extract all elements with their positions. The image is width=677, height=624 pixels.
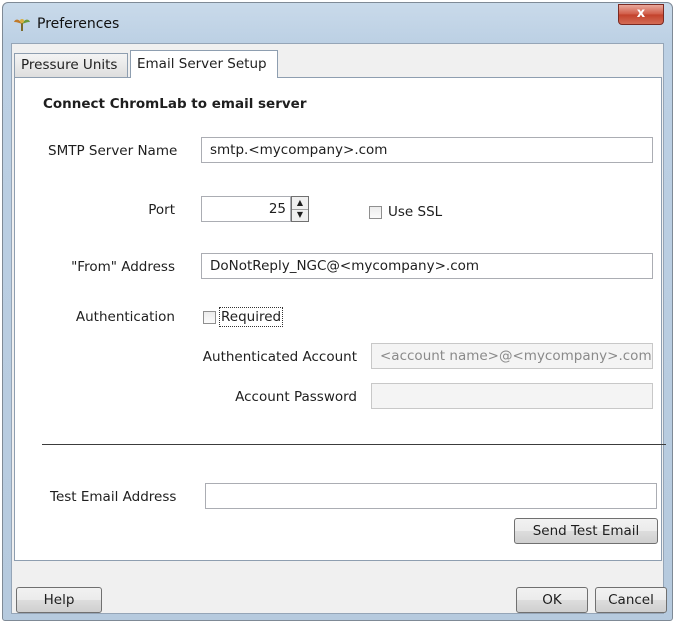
test-email-input[interactable] — [205, 483, 657, 509]
window-title: Preferences — [37, 16, 120, 32]
send-test-email-button[interactable]: Send Test Email — [514, 518, 658, 544]
close-button[interactable]: x — [618, 4, 664, 25]
dialog-client-area: Pressure Units Email Server Setup Connec… — [11, 43, 667, 614]
from-address-input[interactable]: DoNotReply_NGC@<mycompany>.com — [201, 253, 653, 279]
smtp-server-input[interactable]: smtp.<mycompany>.com — [201, 137, 653, 163]
port-input[interactable]: 25 — [201, 196, 291, 222]
spin-down-arrow-icon[interactable]: ▼ — [292, 209, 308, 221]
required-label[interactable]: Required — [218, 307, 284, 327]
authentication-label: Authentication — [75, 309, 175, 325]
account-password-label: Account Password — [235, 389, 357, 405]
section-separator — [42, 444, 666, 445]
authenticated-account-input[interactable]: <account name>@<mycompany>.com — [371, 343, 653, 369]
account-password-input[interactable] — [371, 383, 653, 409]
ok-button[interactable]: OK — [516, 587, 588, 613]
section-heading: Connect ChromLab to email server — [43, 96, 307, 112]
tab-pressure-units[interactable]: Pressure Units — [14, 53, 128, 77]
cancel-button[interactable]: Cancel — [595, 587, 667, 613]
smtp-server-label: SMTP Server Name — [48, 143, 178, 159]
tab-email-server-setup[interactable]: Email Server Setup — [130, 50, 278, 78]
use-ssl-label[interactable]: Use SSL — [388, 204, 442, 220]
test-email-label: Test Email Address — [50, 489, 177, 505]
port-label: Port — [148, 202, 175, 218]
title-bar[interactable]: Preferences x — [3, 3, 672, 43]
preferences-window: Preferences x Pressure Units Email Serve… — [2, 2, 673, 621]
use-ssl-checkbox[interactable] — [369, 206, 382, 219]
from-address-label: "From" Address — [71, 259, 175, 275]
authenticated-account-label: Authenticated Account — [202, 349, 357, 365]
port-spinner[interactable]: ▲ ▼ — [291, 196, 309, 222]
required-checkbox[interactable] — [203, 311, 216, 324]
close-icon: x — [636, 6, 646, 21]
preferences-app-icon — [14, 19, 30, 31]
help-button[interactable]: Help — [16, 587, 102, 613]
